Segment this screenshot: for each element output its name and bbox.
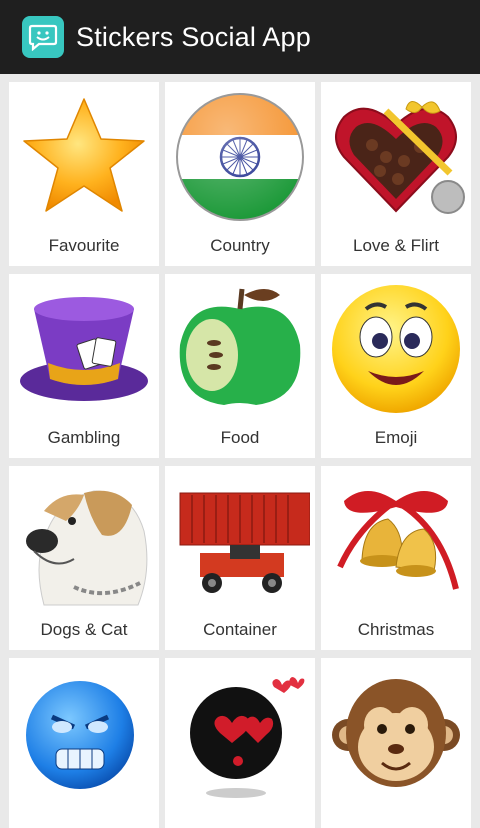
- app-title: Stickers Social App: [76, 21, 311, 52]
- chat-bubble-smile-icon[interactable]: [22, 16, 64, 58]
- smiley-face-icon: [321, 274, 471, 424]
- category-label: Gambling: [47, 428, 121, 447]
- category-label: Favourite: [48, 236, 120, 255]
- category-tile-emoji[interactable]: Emoji: [321, 274, 471, 458]
- category-label: Food: [220, 428, 260, 447]
- category-tile-container[interactable]: Container: [165, 466, 315, 650]
- category-label: Country: [210, 236, 270, 255]
- category-label: Emoji: [374, 428, 418, 447]
- category-tile-country[interactable]: Country: [165, 82, 315, 266]
- magic-hat-cards-icon: [9, 274, 159, 424]
- category-tile-gambling[interactable]: Gambling: [9, 274, 159, 458]
- category-label: Christmas: [357, 620, 435, 639]
- category-tile-christmas[interactable]: Christmas: [321, 466, 471, 650]
- container-truck-icon: [165, 466, 315, 616]
- heart-gift-box-icon: [321, 82, 471, 232]
- category-tile-blue-face[interactable]: [9, 658, 159, 828]
- category-label: Love & Flirt: [353, 236, 439, 255]
- green-apple-icon: [165, 274, 315, 424]
- category-tile-monkey[interactable]: [321, 658, 471, 828]
- category-tile-black-face[interactable]: [165, 658, 315, 828]
- bulldog-icon: [9, 466, 159, 616]
- monkey-face-icon: [321, 658, 471, 808]
- category-label: Dogs & Cat: [40, 620, 128, 639]
- star-icon: [9, 82, 159, 232]
- category-tile-dogs-cat[interactable]: Dogs & Cat: [9, 466, 159, 650]
- category-tile-love-flirt[interactable]: Love & Flirt: [321, 82, 471, 266]
- black-face-hearts-icon: [165, 658, 315, 808]
- app-bar: Stickers Social App: [0, 0, 480, 74]
- category-grid: Favourite Country Love & Flirt Gambling …: [0, 74, 480, 828]
- india-flag-icon: [165, 82, 315, 232]
- category-tile-food[interactable]: Food: [165, 274, 315, 458]
- blue-face-icon: [9, 658, 159, 808]
- category-label: Container: [203, 620, 277, 639]
- christmas-bells-icon: [321, 466, 471, 616]
- category-tile-favourite[interactable]: Favourite: [9, 82, 159, 266]
